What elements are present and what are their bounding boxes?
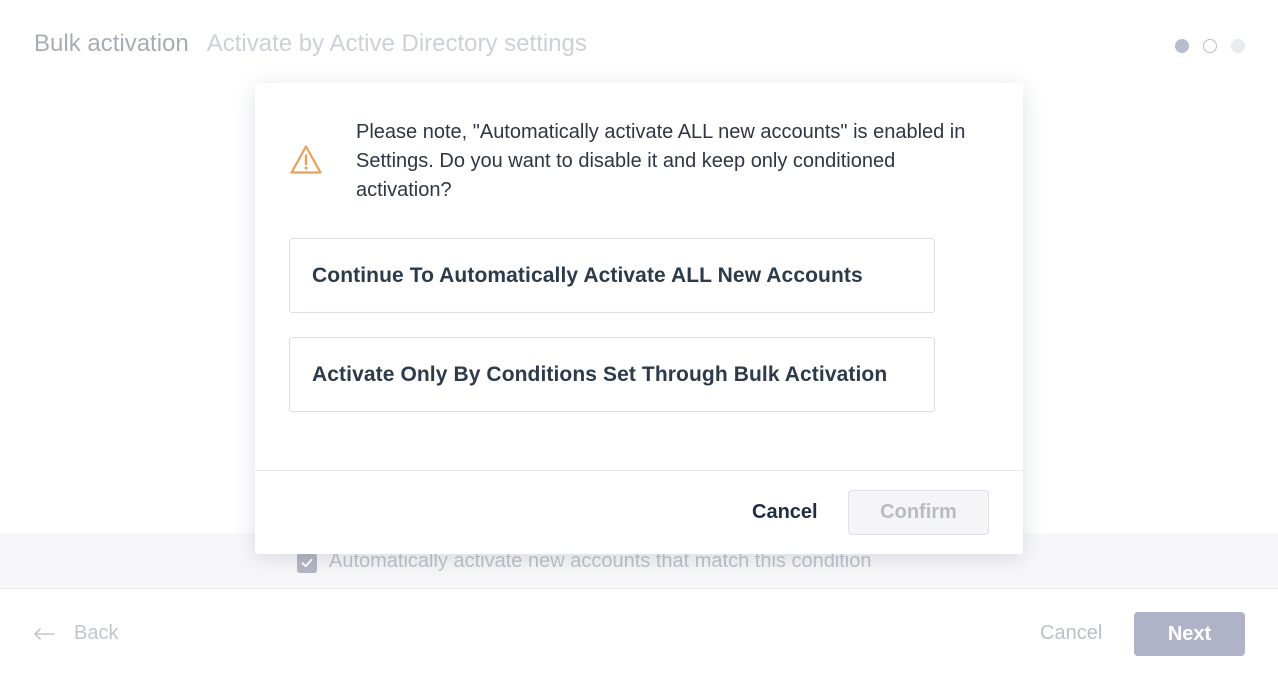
option-continue-auto-activate[interactable]: Continue To Automatically Activate ALL N… <box>289 238 935 313</box>
confirm-dialog: Please note, "Automatically activate ALL… <box>255 83 1023 554</box>
dialog-divider <box>255 470 1023 471</box>
option-label: Continue To Automatically Activate ALL N… <box>312 263 863 287</box>
dialog-cancel-button[interactable]: Cancel <box>752 501 818 524</box>
dialog-confirm-button[interactable]: Confirm <box>848 490 989 535</box>
dialog-message: Please note, "Automatically activate ALL… <box>356 121 966 201</box>
warning-triangle-icon <box>290 145 322 174</box>
option-activate-by-conditions[interactable]: Activate Only By Conditions Set Through … <box>289 337 935 412</box>
option-label: Activate Only By Conditions Set Through … <box>312 362 888 386</box>
